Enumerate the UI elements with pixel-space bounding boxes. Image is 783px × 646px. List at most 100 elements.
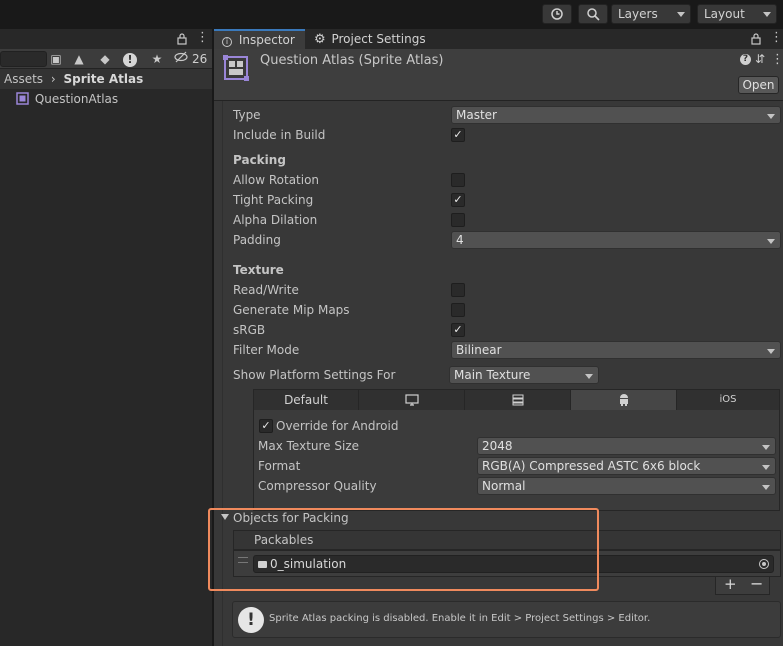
layers-dropdown[interactable]: Layers	[611, 4, 691, 24]
chevron-right-icon: ›	[50, 72, 56, 86]
info-message: Sprite Atlas packing is disabled. Enable…	[269, 613, 651, 624]
remove-item-button[interactable]: −	[750, 574, 763, 593]
server-icon	[512, 394, 523, 406]
override-android-label: Override for Android	[276, 419, 399, 433]
project-panel: ⋮ ▣ ▲ ◆ ! ★ 26 Assets › Sprite Atlas Que…	[0, 29, 212, 646]
open-button-label: Open	[742, 78, 775, 92]
filter-type-icon[interactable]: ▲	[70, 50, 88, 68]
tab-label: iOS	[719, 394, 737, 405]
generate-mip-maps-checkbox[interactable]	[451, 303, 465, 317]
max-texture-size-value: 2048	[482, 439, 513, 453]
platform-settings-dropdown[interactable]: Main Texture	[449, 366, 599, 384]
android-icon	[619, 394, 628, 406]
alpha-dilation-label: Alpha Dilation	[233, 213, 318, 227]
lock-icon[interactable]	[177, 33, 187, 45]
format-label: Format	[258, 459, 301, 473]
search-button[interactable]	[578, 4, 608, 24]
info-message-box: ! Sprite Atlas packing is disabled. Enab…	[232, 601, 781, 638]
tight-packing-checkbox[interactable]: ✓	[451, 193, 465, 207]
chevron-down-icon	[767, 239, 775, 244]
tab-android[interactable]	[571, 390, 677, 410]
chevron-down-icon	[677, 12, 685, 17]
padding-label: Padding	[233, 233, 281, 247]
hidden-count: 26	[192, 52, 208, 66]
platform-settings-label: Show Platform Settings For	[233, 368, 396, 382]
chevron-down-icon	[763, 12, 771, 17]
layers-label: Layers	[618, 7, 658, 21]
compressor-quality-dropdown[interactable]: Normal	[477, 477, 776, 495]
include-in-build-checkbox[interactable]: ✓	[451, 128, 465, 142]
filter-mode-dropdown[interactable]: Bilinear	[451, 341, 781, 359]
preset-sliders-icon[interactable]: ⇵	[755, 52, 765, 66]
type-value: Master	[456, 108, 497, 122]
include-in-build-label: Include in Build	[233, 128, 326, 142]
tab-standalone[interactable]	[359, 390, 465, 410]
max-texture-size-label: Max Texture Size	[258, 439, 359, 453]
filter-mode-label: Filter Mode	[233, 343, 300, 357]
monitor-icon	[404, 394, 419, 406]
tab-ios[interactable]: iOS	[677, 390, 779, 410]
srgb-checkbox[interactable]: ✓	[451, 323, 465, 337]
chevron-down-icon	[762, 465, 770, 470]
type-label: Type	[233, 108, 261, 122]
tab-default[interactable]: Default	[254, 390, 359, 410]
layout-label: Layout	[704, 7, 745, 21]
page-title: Question Atlas (Sprite Atlas)	[260, 53, 444, 68]
project-tabbar: ⋮	[0, 29, 212, 49]
tab-label: Project Settings	[331, 32, 426, 46]
breadcrumb: Assets › Sprite Atlas	[0, 69, 212, 89]
tab-server[interactable]	[465, 390, 571, 410]
warning-icon: !	[238, 607, 264, 633]
generate-mip-maps-label: Generate Mip Maps	[233, 303, 350, 317]
allow-rotation-checkbox[interactable]	[451, 173, 465, 187]
tab-label: Default	[284, 393, 328, 407]
search-by-type-icon[interactable]: ▣	[47, 50, 65, 68]
hidden-eye-icon[interactable]	[172, 50, 190, 68]
add-item-button[interactable]: +	[724, 575, 737, 593]
format-dropdown[interactable]: RGB(A) Compressed ASTC 6x6 block	[477, 457, 776, 475]
object-picker-icon[interactable]	[759, 559, 769, 569]
compressor-quality-label: Compressor Quality	[258, 479, 377, 493]
main-toolbar: Layers Layout	[0, 0, 783, 29]
platform-settings-value: Main Texture	[454, 368, 531, 382]
texture-section-title: Texture	[233, 263, 284, 277]
eye-slash-icon	[174, 51, 188, 63]
format-value: RGB(A) Compressed ASTC 6x6 block	[482, 459, 701, 473]
help-icon[interactable]: ?	[740, 54, 751, 65]
kebab-menu-icon[interactable]: ⋮	[196, 30, 209, 45]
kebab-menu-icon[interactable]: ⋮	[771, 52, 783, 67]
padding-dropdown[interactable]: 4	[451, 231, 781, 249]
chevron-down-icon	[585, 374, 593, 379]
lock-icon[interactable]	[751, 33, 761, 45]
chevron-down-icon	[767, 114, 775, 119]
warning-filter-icon[interactable]: !	[121, 50, 139, 68]
override-android-checkbox[interactable]: ✓	[259, 419, 273, 433]
compressor-quality-value: Normal	[482, 479, 526, 493]
sprite-atlas-icon	[223, 55, 249, 81]
read-write-checkbox[interactable]	[451, 283, 465, 297]
favorite-star-icon[interactable]: ★	[148, 50, 166, 68]
inspector-tabbar: i Inspector ⚙ Project Settings ⋮	[214, 29, 783, 49]
type-dropdown[interactable]: Master	[451, 106, 781, 124]
tab-inspector[interactable]: i Inspector	[214, 29, 305, 49]
list-item[interactable]: QuestionAtlas	[16, 90, 118, 108]
project-search-input[interactable]	[0, 51, 47, 67]
layout-dropdown[interactable]: Layout	[697, 4, 777, 24]
breadcrumb-assets[interactable]: Assets	[4, 72, 43, 86]
alpha-dilation-checkbox[interactable]	[451, 213, 465, 227]
label-tag-icon[interactable]: ◆	[96, 50, 114, 68]
tab-label: Inspector	[238, 33, 295, 47]
sprite-atlas-icon	[16, 92, 29, 105]
srgb-label: sRGB	[233, 323, 266, 337]
history-icon	[551, 8, 563, 20]
breadcrumb-current[interactable]: Sprite Atlas	[64, 72, 144, 86]
kebab-menu-icon[interactable]: ⋮	[770, 30, 783, 45]
allow-rotation-label: Allow Rotation	[233, 173, 320, 187]
open-button[interactable]: Open	[738, 76, 779, 94]
checkmark-icon: ✓	[453, 128, 463, 141]
tab-project-settings[interactable]: ⚙ Project Settings	[306, 29, 426, 49]
highlight-frame	[208, 508, 599, 591]
max-texture-size-dropdown[interactable]: 2048	[477, 437, 776, 455]
history-button[interactable]	[542, 4, 572, 24]
checkmark-icon: ✓	[261, 419, 271, 432]
